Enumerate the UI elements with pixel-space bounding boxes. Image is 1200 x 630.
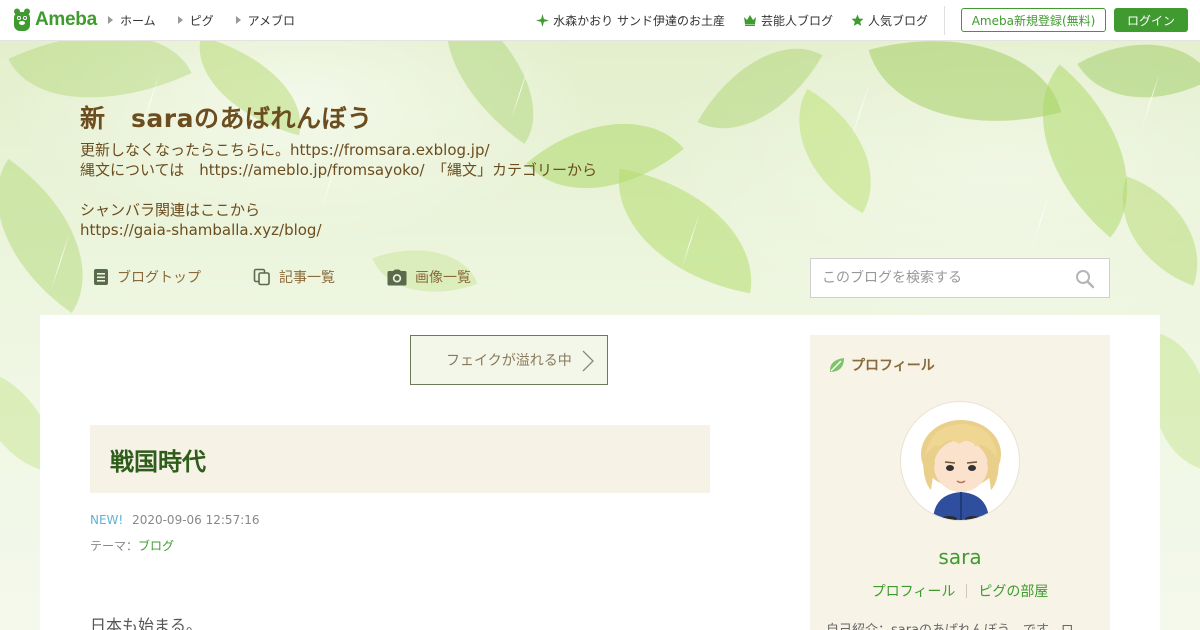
blog-nav-entries[interactable]: 記事一覧 <box>253 267 335 287</box>
blog-nav: ブログトップ 記事一覧 画像一覧 <box>93 267 523 287</box>
blog-nav-images[interactable]: 画像一覧 <box>387 267 471 287</box>
blog-description-line: 縄文については https://ameblo.jp/fromsayoko/ 「縄… <box>80 161 598 179</box>
pigg-room-link[interactable]: ピグの部屋 <box>978 581 1048 601</box>
entry-theme-prefix: テーマ： <box>90 539 139 553</box>
blog-description-line: 更新しなくなったらこちらに。https://fromsara.exblog.jp… <box>80 141 490 159</box>
blog-nav-top[interactable]: ブログトップ <box>93 267 201 287</box>
link-separator <box>966 584 968 598</box>
profile-heading-label: プロフィール <box>851 358 935 374</box>
nav-link-home[interactable]: ホーム <box>108 12 156 29</box>
nav-link-label: ホーム <box>120 13 156 28</box>
entry-title[interactable]: 戦国時代 <box>110 442 206 477</box>
blog-search <box>810 258 1110 298</box>
triangle-right-icon <box>177 16 183 24</box>
ameba-logo-text: Ameba <box>35 9 97 30</box>
new-badge: NEW! <box>90 513 124 527</box>
trending-topic-link[interactable]: 水森かおり サンド伊達のお土産 <box>536 12 725 29</box>
blog-description: 更新しなくなったらこちらに。https://fromsara.exblog.jp… <box>80 140 597 240</box>
blog-nav-label: ブログトップ <box>117 270 201 286</box>
login-button[interactable]: ログイン <box>1114 8 1188 32</box>
entry-theme: テーマ：ブログ <box>90 537 174 554</box>
pigg-avatar-illustration <box>921 420 1001 520</box>
crown-icon <box>743 15 756 26</box>
copy-icon <box>253 268 270 286</box>
nav-link-ameblo[interactable]: アメブロ <box>235 12 296 29</box>
leaf-decoration <box>602 168 768 294</box>
entry-datetime: 2020-09-06 12:57:16 <box>132 513 260 527</box>
prev-entry-link[interactable]: フェイクが溢れる中 <box>410 335 608 385</box>
nav-link-label: ピグ <box>189 13 214 28</box>
entry-meta: NEW! 2020-09-06 12:57:16 <box>90 513 260 527</box>
leaf-decoration <box>409 41 571 144</box>
blog-nav-label: 記事一覧 <box>279 270 335 286</box>
triangle-right-icon <box>108 16 113 24</box>
search-icon[interactable] <box>1075 269 1095 289</box>
popular-blog-label: 人気ブログ <box>867 13 928 28</box>
prev-entry-label: フェイクが溢れる中 <box>446 353 572 369</box>
celebrity-blog-label: 芸能人ブログ <box>760 13 833 28</box>
blog-nav-label: 画像一覧 <box>415 270 471 286</box>
entry-body: 日本も始まる。 <box>90 616 203 630</box>
document-icon <box>94 269 108 285</box>
ameba-mascot-icon <box>14 8 30 31</box>
global-header: Ameba ホーム ピグ アメブロ 水森かおり サンド伊達のお土産 芸能人ブログ… <box>0 0 1200 41</box>
header-divider <box>944 6 945 35</box>
avatar[interactable] <box>900 401 1020 521</box>
leaf-icon <box>829 358 844 372</box>
nav-link-label: アメブロ <box>247 13 296 28</box>
profile-links: プロフィール ピグの部屋 <box>810 581 1110 601</box>
global-nav-right: 水森かおり サンド伊達のお土産 芸能人ブログ 人気ブログ <box>518 0 928 40</box>
blog-description-line <box>80 180 597 200</box>
triangle-right-icon <box>235 16 241 24</box>
sparkle-icon <box>536 13 550 27</box>
profile-link[interactable]: プロフィール <box>872 581 956 601</box>
register-button[interactable]: Ameba新規登録(無料) <box>961 8 1106 32</box>
trending-topic-label: 水森かおり サンド伊達のお土産 <box>553 13 725 28</box>
star-icon <box>851 14 864 26</box>
rain-streak <box>1030 192 1051 250</box>
global-nav-left: ホーム ピグ アメブロ <box>108 0 317 40</box>
entry-theme-link[interactable]: ブログ <box>138 539 174 553</box>
popular-blog-link[interactable]: 人気ブログ <box>851 12 928 29</box>
nav-link-pigg[interactable]: ピグ <box>177 12 214 29</box>
celebrity-blog-link[interactable]: 芸能人ブログ <box>743 12 833 29</box>
profile-intro: 自己紹介：saraのあばれんぼう です。ロ <box>826 619 1106 630</box>
leaf-decoration <box>767 88 903 214</box>
profile-name[interactable]: sara <box>810 545 1110 569</box>
ameba-logo[interactable]: Ameba <box>12 8 97 32</box>
blog-search-input[interactable] <box>822 270 1062 286</box>
profile-widget: プロフィール sara プロフィール ピグの部屋 <box>810 335 1110 630</box>
rain-streak <box>850 82 871 140</box>
chevron-right-icon <box>582 350 594 372</box>
blog-description-line: https://gaia-shamballa.xyz/blog/ <box>80 221 322 239</box>
profile-heading: プロフィール <box>828 355 935 375</box>
blog-title[interactable]: 新 saraのあばれんぼう <box>80 99 372 135</box>
entry-title-box: 戦国時代 <box>90 425 710 493</box>
camera-icon <box>387 269 407 285</box>
leaf-decoration <box>868 41 1062 157</box>
blog-description-line: シャンバラ関連はここから <box>80 201 261 219</box>
